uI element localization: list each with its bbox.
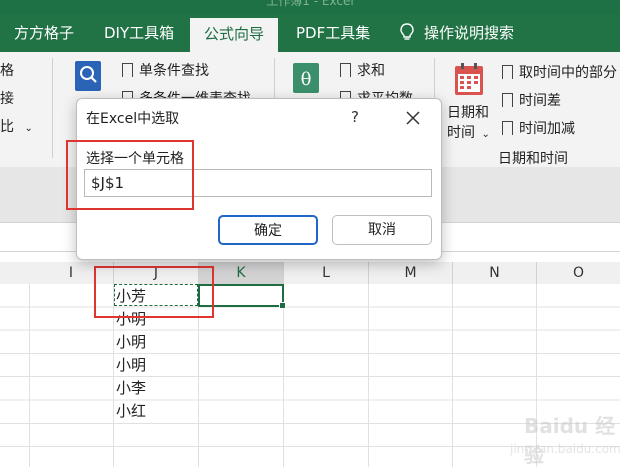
watermark-url: jingyan.baidu.com: [510, 442, 620, 456]
watermark: Baidu 经验 jingyan.baidu.com: [488, 404, 620, 467]
lookup-icon[interactable]: [74, 60, 102, 92]
chevron-down-icon: ⌄: [24, 123, 33, 134]
date-time-button-line1[interactable]: 日期和: [447, 102, 489, 122]
time-add-subtract-button[interactable]: 时间加减: [502, 118, 575, 138]
cancel-button[interactable]: 取消: [332, 215, 432, 245]
tab-fangfanggezi[interactable]: 方方格子: [14, 14, 74, 52]
single-condition-lookup-label: 单条件查找: [139, 63, 209, 79]
close-icon[interactable]: [387, 105, 439, 131]
column-header-l[interactable]: L: [284, 262, 369, 284]
bookmark-icon: [340, 63, 351, 77]
dialog-title: 在Excel中选取: [86, 111, 180, 127]
fill-handle[interactable]: [279, 302, 286, 309]
extract-time-part-label: 取时间中的部分: [519, 65, 617, 81]
ribbon-separator: [52, 58, 53, 158]
tab-formula-wizard[interactable]: 公式向导: [190, 18, 279, 52]
tell-me-label: 操作说明搜索: [424, 24, 515, 42]
time-add-subtract-label: 时间加减: [519, 121, 575, 137]
ribbon-tabs: 方方格子 DIY工具箱 公式向导 PDF工具集 操作说明搜索: [0, 14, 620, 52]
calendar-icon[interactable]: [454, 62, 484, 96]
highlight-box-dialog: [66, 140, 194, 210]
ribbon-partial-2[interactable]: 接: [0, 88, 14, 108]
watermark-logo-text: Baidu 经验: [524, 414, 616, 467]
column-header-o[interactable]: O: [537, 262, 620, 284]
single-condition-lookup-button[interactable]: 单条件查找: [122, 60, 209, 80]
lightbulb-icon: [400, 23, 414, 40]
ribbon-partial-1[interactable]: 格: [0, 60, 14, 80]
bookmark-icon: [502, 93, 513, 107]
tab-pdf-tools[interactable]: PDF工具集: [296, 14, 370, 52]
date-time-button-line2[interactable]: 时间 ⌄: [447, 122, 490, 142]
cell-j6[interactable]: 小红: [116, 400, 146, 423]
tab-tell-me[interactable]: 操作说明搜索: [400, 14, 514, 52]
cell-j4[interactable]: 小明: [116, 354, 146, 377]
column-header-m[interactable]: M: [369, 262, 453, 284]
time-difference-button[interactable]: 时间差: [502, 90, 561, 110]
theta-icon[interactable]: θ: [292, 62, 320, 94]
sum-button[interactable]: 求和: [340, 60, 385, 80]
svg-text:θ: θ: [301, 69, 312, 90]
time-difference-label: 时间差: [519, 93, 561, 109]
chevron-down-icon: ⌄: [481, 129, 490, 140]
title-bar: 工作簿1 - Excel: [0, 0, 620, 14]
column-headers: I J K L M N O: [0, 262, 620, 285]
tab-diy-toolbox[interactable]: DIY工具箱: [104, 14, 174, 52]
highlight-box-cell: [94, 266, 214, 318]
sum-label: 求和: [357, 63, 385, 79]
bookmark-icon: [502, 121, 513, 135]
ribbon-partial-3[interactable]: 比 ⌄: [0, 116, 33, 136]
bookmark-icon: [122, 63, 133, 77]
date-time-button-line2-label: 时间: [447, 125, 475, 141]
cell-j3[interactable]: 小明: [116, 331, 146, 354]
column-header-n[interactable]: N: [453, 262, 537, 284]
ok-button[interactable]: 确定: [218, 215, 318, 245]
date-time-group-label: 日期和时间: [498, 151, 568, 167]
ribbon-partial-3-label: 比: [0, 119, 14, 135]
dialog-help-button[interactable]: ?: [335, 99, 375, 135]
extract-time-part-button[interactable]: 取时间中的部分: [502, 62, 617, 82]
bookmark-icon: [502, 65, 513, 79]
cell-j5[interactable]: 小李: [116, 377, 146, 400]
window-title: 工作簿1 - Excel: [266, 0, 354, 8]
